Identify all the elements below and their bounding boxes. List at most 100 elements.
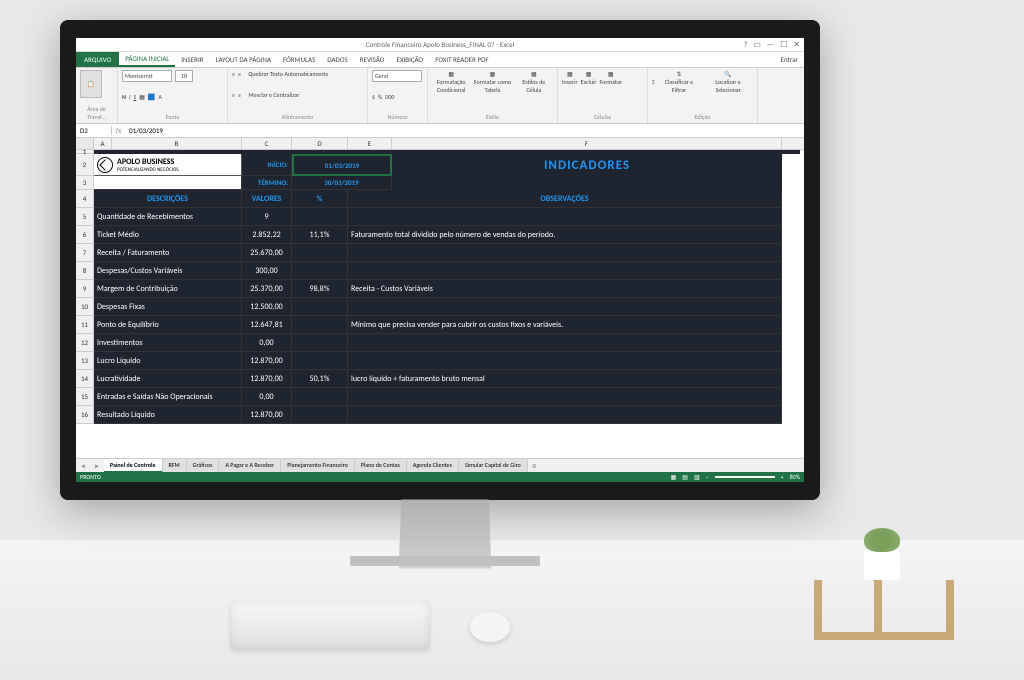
zoom-slider[interactable] (715, 476, 775, 478)
cell-desc[interactable]: Ponto de Equilíbrio (94, 316, 242, 334)
sheet-tab[interactable]: Plano de Contas (355, 459, 407, 473)
col-header[interactable]: D (292, 138, 348, 149)
cell-styles-button[interactable]: ▦Estilos de Célula (515, 70, 553, 94)
fx-icon[interactable]: fx (112, 126, 125, 135)
file-tab[interactable]: ARQUIVO (76, 52, 119, 67)
cell-pct[interactable] (292, 406, 348, 424)
delete-cells-button[interactable]: ▦Excluir (581, 70, 597, 86)
cell-obs[interactable]: Faturamento total dividido pelo número d… (348, 226, 782, 244)
cell-value[interactable]: 9 (242, 208, 292, 226)
cell-pct[interactable]: 98,8% (292, 280, 348, 298)
cell-pct[interactable]: 50,1% (292, 370, 348, 388)
cell-obs[interactable]: Mínimo que precisa vender para cubrir os… (348, 316, 782, 334)
zoom-level[interactable]: 80% (790, 473, 800, 481)
align-top-icon[interactable]: ≡ (232, 70, 235, 78)
close-icon[interactable]: ✕ (793, 40, 800, 50)
cell-obs[interactable] (348, 406, 782, 424)
sheet-tab[interactable]: Planejamento Financeiro (281, 459, 355, 473)
view-normal-icon[interactable]: ▦ (671, 473, 677, 481)
border-button[interactable]: ▦ (139, 93, 145, 101)
table-row[interactable]: Margem de Contribuição25.370,0098,8%Rece… (94, 280, 804, 298)
cell-obs[interactable] (348, 334, 782, 352)
cell-desc[interactable]: Entradas e Saídas Não Operacionais (94, 388, 242, 406)
insert-cells-button[interactable]: ▦Inserir (562, 70, 578, 86)
col-header[interactable]: E (348, 138, 392, 149)
cell-pct[interactable]: 11,1% (292, 226, 348, 244)
font-color-button[interactable]: A (158, 93, 161, 101)
tab-nav-prev-icon[interactable]: ◄ (76, 462, 90, 470)
tab-data[interactable]: DADOS (321, 52, 353, 67)
align-left-icon[interactable]: ≡ (232, 91, 235, 99)
sheet-tab[interactable]: Simular Capital de Giro (459, 459, 528, 473)
cell-desc[interactable]: Quantidade de Recebimentos (94, 208, 242, 226)
cell-value[interactable]: 12.870,00 (242, 352, 292, 370)
cell-obs[interactable] (348, 352, 782, 370)
row-header[interactable]: 10 (76, 298, 94, 316)
cell-pct[interactable] (292, 208, 348, 226)
row-header[interactable]: 6 (76, 226, 94, 244)
cell-value[interactable]: 0,00 (242, 334, 292, 352)
row-header[interactable]: 2 (76, 154, 94, 176)
align-mid-icon[interactable]: ≡ (238, 70, 241, 78)
start-date-cell[interactable]: 01/03/2019 (292, 154, 392, 176)
cell-pct[interactable] (292, 388, 348, 406)
table-row[interactable]: Entradas e Saídas Não Operacionais0,00 (94, 388, 804, 406)
cell-desc[interactable]: Receita / Faturamento (94, 244, 242, 262)
tab-view[interactable]: EXIBIÇÃO (390, 52, 429, 67)
format-cells-button[interactable]: ▦Formatar (600, 70, 622, 86)
table-row[interactable]: Despesas Fixas12.500,00 (94, 298, 804, 316)
paste-button[interactable]: 📋 (80, 70, 102, 98)
row-header[interactable]: 12 (76, 334, 94, 352)
row-header[interactable]: 7 (76, 244, 94, 262)
cell-desc[interactable]: Ticket Médio (94, 226, 242, 244)
currency-icon[interactable]: $ (372, 93, 375, 101)
cell-obs[interactable] (348, 208, 782, 226)
cell-value[interactable]: 12.870,00 (242, 370, 292, 388)
underline-button[interactable]: S (133, 93, 136, 101)
cell-obs[interactable]: Receita - Custos Variáveis (348, 280, 782, 298)
table-row[interactable]: Quantidade de Recebimentos9 (94, 208, 804, 226)
find-select-button[interactable]: 🔍Localizar e Selecionar (703, 70, 753, 94)
cell-desc[interactable]: Margem de Contribuição (94, 280, 242, 298)
maximize-icon[interactable]: ☐ (780, 40, 787, 50)
end-date-cell[interactable]: 30/03/2019 (292, 176, 392, 190)
spreadsheet-grid[interactable]: APOLO BUSINESS POTENCIALIZANDO NEGÓCIOS … (94, 150, 804, 424)
row-header[interactable]: 5 (76, 208, 94, 226)
help-icon[interactable]: ? (744, 40, 748, 50)
zoom-in-icon[interactable]: + (781, 473, 784, 481)
align-center-icon[interactable]: ≡ (238, 91, 241, 99)
cell-pct[interactable] (292, 316, 348, 334)
autosum-icon[interactable]: Σ (652, 78, 655, 86)
view-break-icon[interactable]: ▥ (694, 473, 700, 481)
cell-value[interactable]: 12.870,00 (242, 406, 292, 424)
sheet-tab[interactable]: A Pagar e A Receber (219, 459, 281, 473)
sheet-tab[interactable]: Painel de Controle (104, 459, 163, 473)
zoom-out-icon[interactable]: − (706, 473, 709, 481)
sort-filter-button[interactable]: ⇅Classificar e Filtrar (658, 70, 700, 94)
cell-obs[interactable] (348, 244, 782, 262)
tab-formulas[interactable]: FÓRMULAS (277, 52, 321, 67)
row-header[interactable]: 9 (76, 280, 94, 298)
bold-button[interactable]: N (122, 93, 126, 101)
cell-desc[interactable]: Investimentos (94, 334, 242, 352)
cell-value[interactable]: 12.500,00 (242, 298, 292, 316)
cond-format-button[interactable]: ▦Formatação Condicional (432, 70, 470, 94)
new-sheet-icon[interactable]: ⊕ (528, 462, 541, 470)
row-header[interactable]: 8 (76, 262, 94, 280)
percent-icon[interactable]: % (378, 93, 382, 101)
italic-button[interactable]: I (129, 93, 131, 101)
cell-obs[interactable]: lucro líquido ÷ faturamento bruto mensal (348, 370, 782, 388)
fill-color-button[interactable]: 🟦 (148, 93, 155, 101)
cell-pct[interactable] (292, 334, 348, 352)
row-header[interactable]: 16 (76, 406, 94, 424)
cell-value[interactable]: 2.852,22 (242, 226, 292, 244)
cell-value[interactable]: 25.670,00 (242, 244, 292, 262)
tab-foxit[interactable]: FOXIT READER PDF (429, 52, 494, 67)
table-row[interactable]: Despesas/Custos Variáveis300,00 (94, 262, 804, 280)
tab-layout[interactable]: LAYOUT DA PÁGINA (210, 52, 277, 67)
cell-obs[interactable] (348, 388, 782, 406)
row-header[interactable]: 11 (76, 316, 94, 334)
cell-value[interactable]: 12.647,81 (242, 316, 292, 334)
table-row[interactable]: Lucratividade12.870,0050,1%lucro líquido… (94, 370, 804, 388)
minimize-icon[interactable]: — (767, 40, 774, 50)
